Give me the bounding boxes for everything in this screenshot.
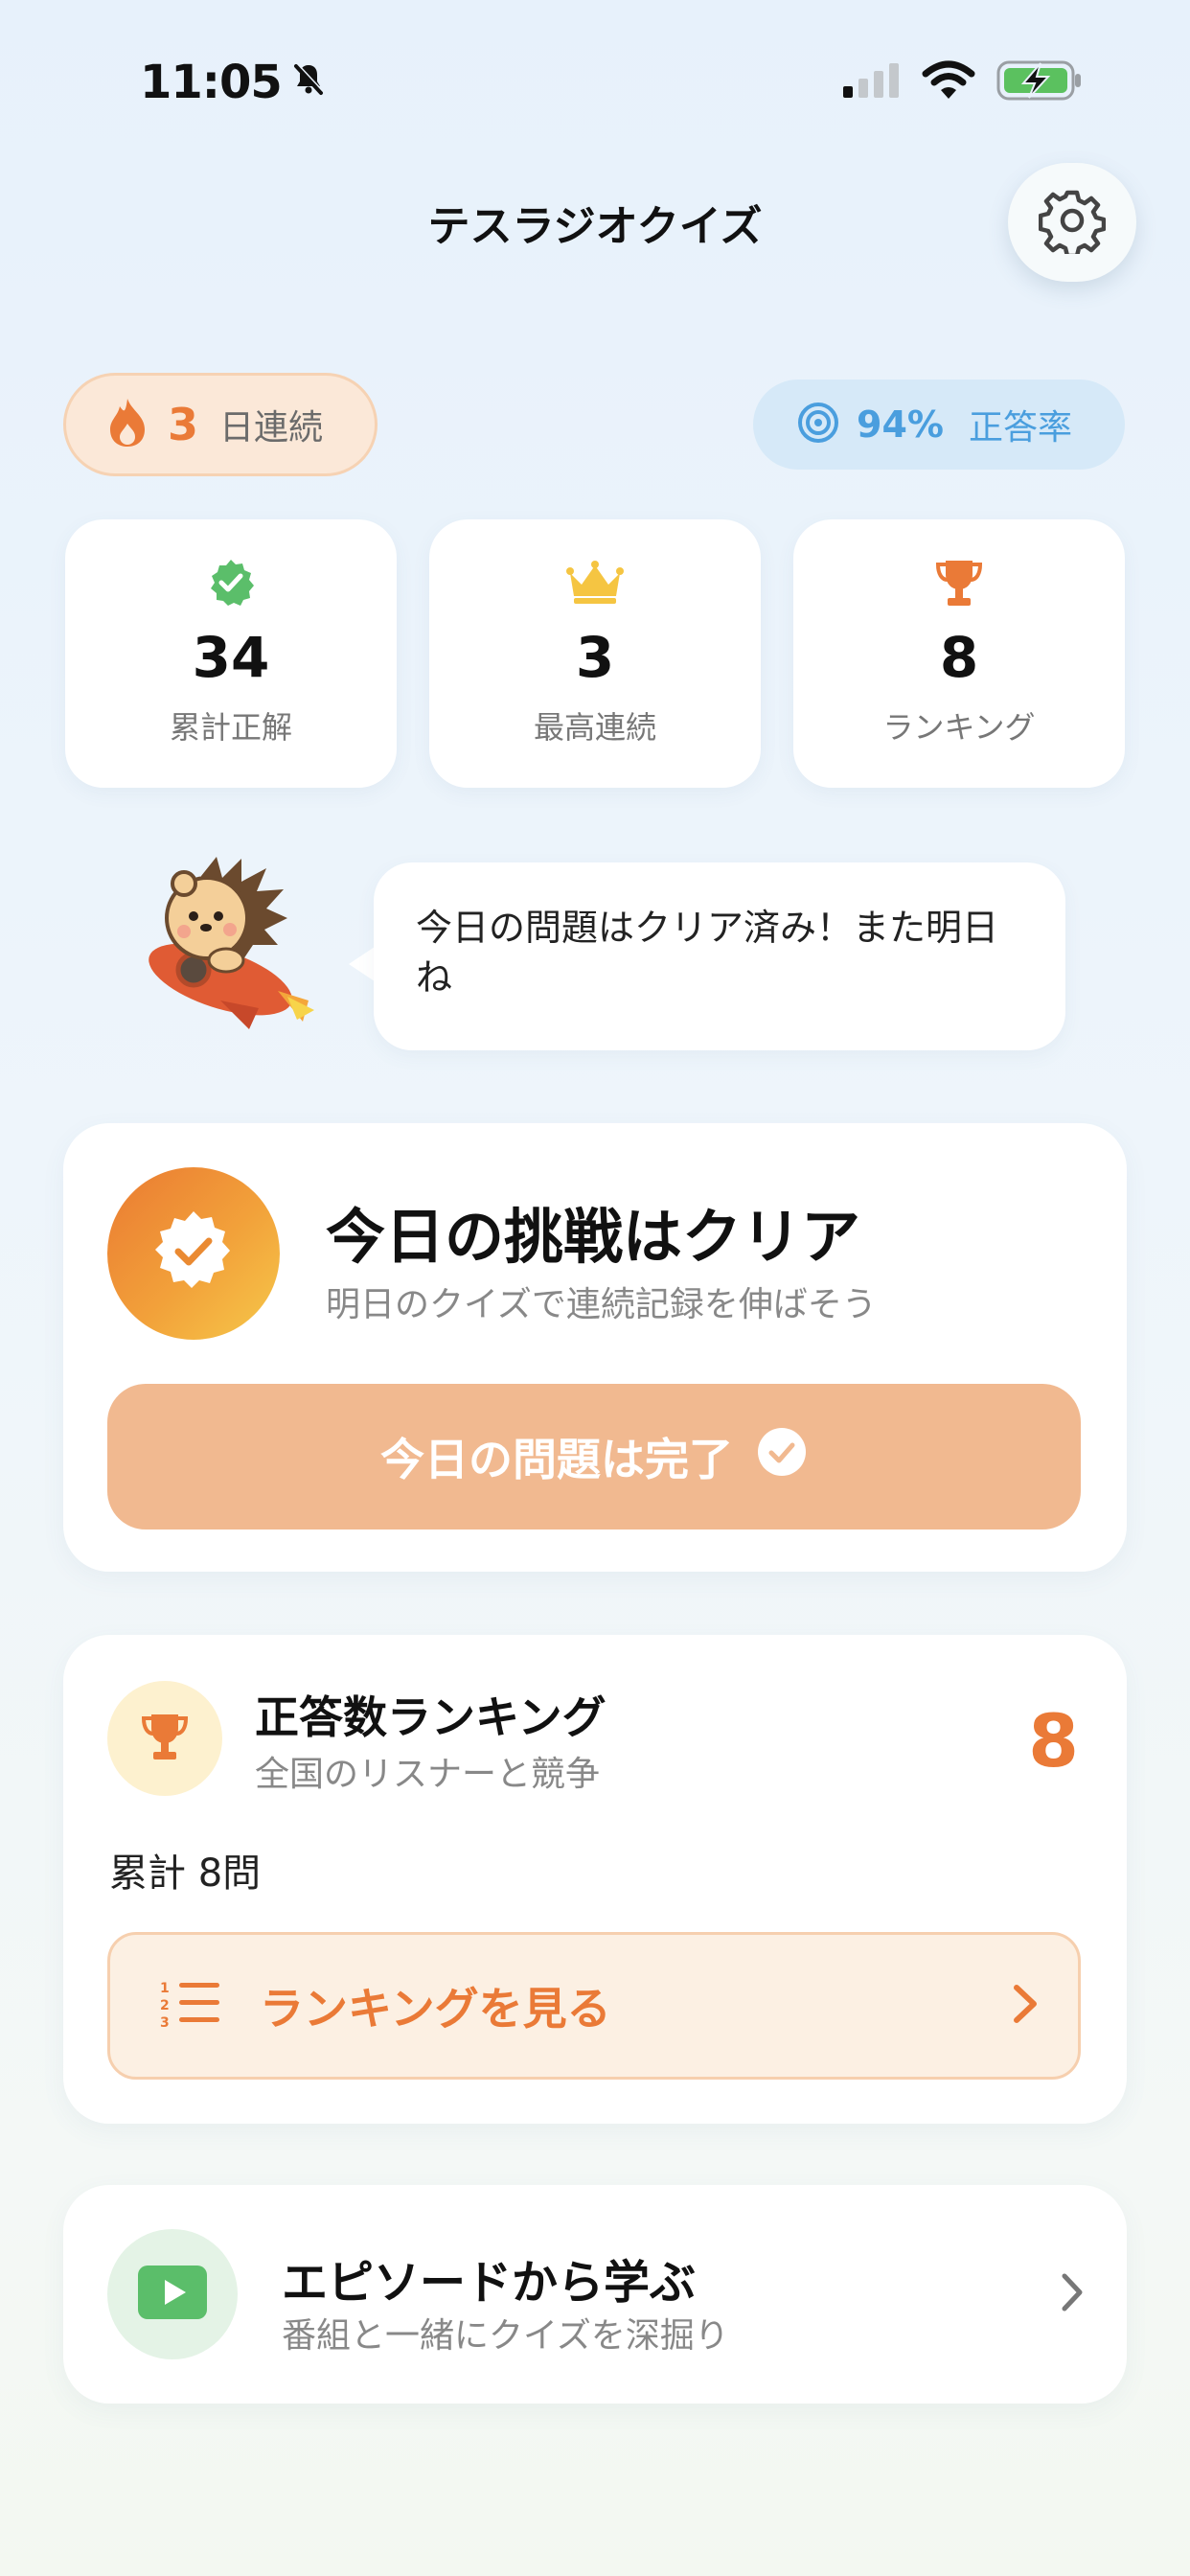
ranking-position: 8 bbox=[1028, 1698, 1079, 1783]
button-label: 今日の問題は完了 bbox=[380, 1434, 733, 1485]
challenge-title: 今日の挑戦はクリア bbox=[326, 1202, 861, 1272]
episodes-title: エピソードから学ぶ bbox=[282, 2256, 697, 2310]
episode-icon-circle bbox=[107, 2229, 238, 2359]
check-circle-icon bbox=[756, 1426, 808, 1488]
battery-charging-icon bbox=[996, 59, 1083, 105]
ranking-card: 正答数ランキング 全国のリスナーと競争 8 累計 8問 1 2 3 ランキングを… bbox=[63, 1635, 1127, 2124]
ranking-total: 累計 8問 bbox=[109, 1852, 262, 1896]
trophy-icon bbox=[140, 1711, 190, 1766]
accuracy-pill: 94% 正答率 bbox=[753, 380, 1125, 470]
wifi-icon bbox=[922, 60, 975, 104]
play-icon bbox=[138, 2266, 207, 2323]
bell-slash-icon bbox=[289, 56, 328, 109]
streak-count: 3 bbox=[168, 399, 199, 450]
stat-card-best-streak: 3 最高連続 bbox=[429, 519, 761, 788]
hedgehog-rocket-mascot bbox=[134, 847, 326, 1039]
ranking-subtitle: 全国のリスナーと競争 bbox=[255, 1755, 601, 1794]
stat-card-total-correct: 34 累計正解 bbox=[65, 519, 397, 788]
svg-text:1: 1 bbox=[160, 1981, 170, 1996]
streak-pill: 3 日連続 bbox=[63, 373, 378, 476]
learn-from-episodes-card[interactable]: エピソードから学ぶ 番組と一緒にクイズを深掘り bbox=[63, 2185, 1127, 2404]
crown-icon bbox=[566, 558, 624, 608]
view-ranking-label: ランキングを見る bbox=[260, 1983, 611, 2035]
status-time: 11:05 bbox=[140, 56, 328, 109]
episodes-subtitle: 番組と一緒にクイズを深掘り bbox=[282, 2316, 729, 2356]
view-ranking-button[interactable]: 1 2 3 ランキングを見る bbox=[107, 1932, 1081, 2080]
flame-icon bbox=[108, 397, 147, 452]
ranking-icon-circle bbox=[107, 1681, 222, 1796]
check-badge-icon bbox=[206, 558, 256, 608]
stat-label: 累計正解 bbox=[169, 709, 292, 746]
status-time-text: 11:05 bbox=[140, 56, 283, 109]
daily-challenge-card: 今日の挑戦はクリア 明日のクイズで連続記録を伸ばそう 今日の問題は完了 bbox=[63, 1123, 1127, 1572]
stat-value: 8 bbox=[939, 625, 979, 690]
challenge-subtitle: 明日のクイズで連続記録を伸ばそう bbox=[326, 1285, 877, 1324]
chevron-right-icon bbox=[1060, 2271, 1085, 2317]
stat-value: 34 bbox=[192, 625, 270, 690]
ranking-title: 正答数ランキング bbox=[255, 1691, 606, 1743]
trophy-icon bbox=[934, 558, 984, 608]
gear-icon bbox=[1038, 187, 1107, 259]
chevron-right-icon bbox=[1011, 1982, 1040, 2030]
settings-button[interactable] bbox=[1008, 163, 1136, 282]
stat-label: ランキング bbox=[882, 709, 1036, 746]
streak-label: 日連続 bbox=[219, 408, 324, 448]
stat-label: 最高連続 bbox=[533, 709, 656, 746]
svg-text:3: 3 bbox=[160, 2015, 170, 2031]
challenge-badge bbox=[107, 1167, 280, 1340]
status-icons bbox=[841, 59, 1083, 105]
mascot-speech-bubble: 今日の問題はクリア済み！また明日ね bbox=[374, 862, 1065, 1050]
accuracy-label: 正答率 bbox=[968, 408, 1072, 448]
cellular-signal-icon bbox=[841, 61, 901, 104]
stat-value: 3 bbox=[575, 625, 615, 690]
accuracy-value: 94% bbox=[857, 403, 944, 446]
stat-card-ranking: 8 ランキング bbox=[793, 519, 1125, 788]
numbered-list-icon: 1 2 3 bbox=[158, 1977, 221, 2035]
target-icon bbox=[797, 402, 839, 448]
check-seal-icon bbox=[148, 1206, 240, 1301]
svg-text:2: 2 bbox=[160, 1998, 170, 2013]
daily-quiz-complete-button[interactable]: 今日の問題は完了 bbox=[107, 1384, 1081, 1530]
